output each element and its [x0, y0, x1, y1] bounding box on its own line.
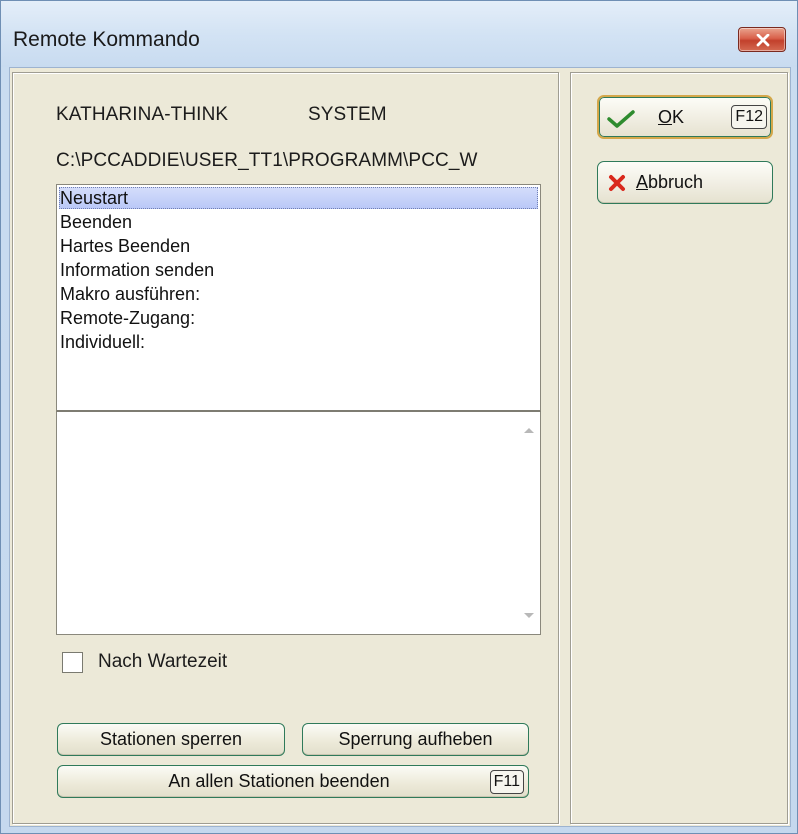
- list-item-label: Neustart: [60, 188, 129, 208]
- ok-button[interactable]: OK F12: [597, 95, 773, 139]
- list-item-label: Information senden: [60, 260, 215, 280]
- end-all-label: An allen Stationen beenden: [168, 771, 390, 791]
- list-item-label: Individuell:: [60, 332, 146, 352]
- lock-stations-button[interactable]: Stationen sperren: [57, 723, 285, 756]
- window-title: Remote Kommando: [13, 28, 200, 51]
- unlock-label: Sperrung aufheben: [338, 729, 493, 749]
- scroll-up-icon[interactable]: [523, 426, 535, 434]
- lock-stations-label: Stationen sperren: [99, 729, 243, 749]
- unlock-button[interactable]: Sperrung aufheben: [302, 723, 529, 756]
- list-item-label: Remote-Zugang:: [60, 308, 196, 328]
- cancel-label-rest: bbruch: [648, 172, 704, 192]
- list-item[interactable]: Beenden: [59, 211, 538, 233]
- cancel-mnemonic: A: [636, 172, 649, 192]
- close-button[interactable]: [738, 27, 786, 52]
- wait-checkbox[interactable]: [62, 652, 83, 673]
- remote-kommando-window: Remote Kommando KATHARINA-THINK SYSTEM C…: [0, 0, 798, 834]
- f11-key-badge: F11: [489, 770, 524, 794]
- ok-mnemonic: O: [658, 107, 673, 127]
- title-bar[interactable]: Remote Kommando: [1, 1, 797, 67]
- command-detail-field[interactable]: [56, 412, 541, 635]
- program-path: C:\PCCADDIE\USER_TT1\PROGRAMM\PCC_W: [56, 150, 478, 171]
- list-item[interactable]: Hartes Beenden: [59, 235, 538, 257]
- list-item[interactable]: Neustart: [59, 187, 538, 209]
- scroll-down-icon[interactable]: [523, 612, 535, 620]
- dialog-client-area: KATHARINA-THINK SYSTEM C:\PCCADDIE\USER_…: [9, 67, 791, 827]
- command-list[interactable]: Neustart Beenden Hartes Beenden Informat…: [56, 184, 541, 412]
- list-item-label: Makro ausführen:: [60, 284, 201, 304]
- wait-checkbox-label: Nach Wartezeit: [98, 651, 228, 672]
- list-item[interactable]: Makro ausführen:: [59, 283, 538, 305]
- list-item[interactable]: Remote-Zugang:: [59, 307, 538, 329]
- x-icon: [609, 175, 625, 191]
- check-icon: [607, 110, 635, 128]
- list-item[interactable]: Information senden: [59, 259, 538, 281]
- close-icon: [756, 34, 770, 47]
- cancel-button[interactable]: Abbruch: [597, 161, 773, 204]
- list-item[interactable]: Individuell:: [59, 331, 538, 353]
- list-item-label: Hartes Beenden: [60, 236, 191, 256]
- ok-label-rest: K: [672, 107, 685, 127]
- cancel-label: Abbruch: [636, 172, 703, 193]
- user-name: SYSTEM: [308, 104, 387, 125]
- list-item-label: Beenden: [60, 212, 133, 232]
- f12-key-badge: F12: [731, 105, 767, 129]
- end-all-stations-button[interactable]: An allen Stationen beenden F11: [57, 765, 529, 798]
- ok-label: OK: [658, 107, 684, 128]
- detail-scrollbar[interactable]: [518, 412, 540, 634]
- computer-name: KATHARINA-THINK: [56, 104, 229, 125]
